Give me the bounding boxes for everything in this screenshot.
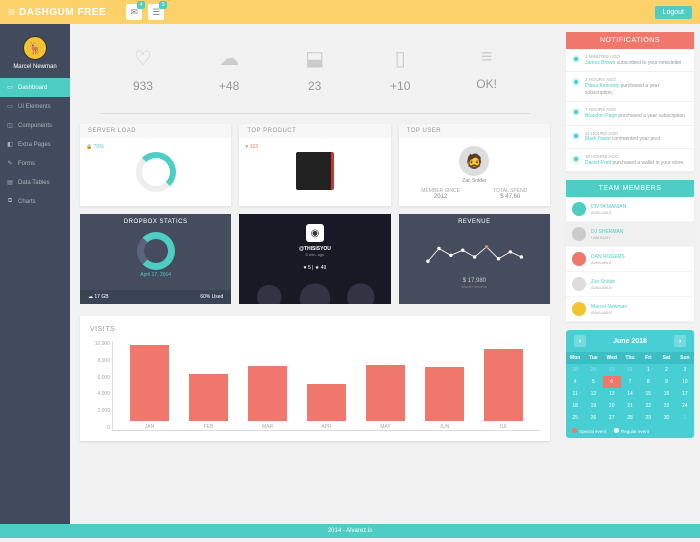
calendar-day[interactable]: 1: [639, 364, 657, 376]
main-content: ♡933 ☁+48 ⬓23 ▯+10 ≡OK! SERVER LOAD 🔒 70% TO…: [70, 24, 560, 524]
team-member[interactable]: DJ SHERMANI AM BUSY: [566, 222, 694, 247]
calendar-day[interactable]: 24: [676, 400, 694, 412]
calendar: ‹ June 2018 › MonTueWedThuFriSatSun28293…: [566, 330, 694, 438]
team-member[interactable]: Zac SniderAVAILABLE: [566, 272, 694, 297]
top-user-card: TOP USER 🧔 Zac Snider MEMBER SINCE2012 T…: [399, 124, 550, 206]
bar: APR: [298, 384, 355, 430]
revenue-card: REVENUE $ 17,980 Month Income: [399, 214, 550, 304]
nav-dashboard[interactable]: ▭Dashboard: [0, 78, 70, 97]
sidebar: 🦌 Marcel Newman ▭Dashboard▭UI Elements◫C…: [0, 24, 70, 524]
stat: ⬓23: [305, 46, 324, 93]
donut-chart: [137, 232, 175, 270]
calendar-day[interactable]: 31: [621, 364, 639, 376]
calendar-day[interactable]: 28: [566, 364, 584, 376]
calendar-day[interactable]: 30: [657, 412, 675, 424]
bar: FEB: [180, 374, 237, 430]
sparkline-chart: [409, 240, 540, 274]
calendar-day[interactable]: 19: [584, 400, 602, 412]
calendar-day[interactable]: 8: [639, 376, 657, 388]
nav-data-tables[interactable]: ▤Data Tables: [0, 173, 70, 192]
dropbox-card: DROPBOX STATICS April 17, 2014 ☁ 17 GB60…: [80, 214, 231, 304]
calendar-day[interactable]: 23: [657, 400, 675, 412]
calendar-day[interactable]: 18: [566, 400, 584, 412]
instagram-icon: ◉: [306, 224, 324, 242]
calendar-day[interactable]: 15: [639, 388, 657, 400]
avatar[interactable]: 🦌: [23, 36, 47, 60]
notification-item[interactable]: 18 HOURS AGODaniel Pratt purchased a wal…: [566, 149, 694, 172]
team-member[interactable]: Marcel NewmanAVAILABLE: [566, 297, 694, 322]
team-member[interactable]: DIVYA MANIANAVAILABLE: [566, 197, 694, 222]
footer: 2014 - Alvarez.is: [0, 524, 700, 538]
calendar-day[interactable]: 25: [566, 412, 584, 424]
stats-row: ♡933 ☁+48 ⬓23 ▯+10 ≡OK!: [80, 36, 550, 107]
notification-item[interactable]: 7 HOURS AGOBrandon Page purchased a year…: [566, 102, 694, 125]
stat: ☁+48: [219, 46, 239, 93]
stat: ♡933: [133, 46, 153, 93]
mail-icon[interactable]: ✉4: [126, 4, 142, 20]
calendar-day[interactable]: 29: [584, 364, 602, 376]
calendar-day[interactable]: 22: [639, 400, 657, 412]
calendar-day[interactable]: 30: [603, 364, 621, 376]
top-product-card: TOP PRODUCT ♥ 123: [239, 124, 390, 206]
product-image: [296, 152, 334, 190]
bar: JAN: [121, 345, 178, 431]
menu-toggle[interactable]: ≡: [8, 5, 15, 19]
calendar-day[interactable]: 1: [676, 412, 694, 424]
bar: MAY: [357, 365, 414, 430]
nav-charts[interactable]: ⧉Charts: [0, 192, 70, 211]
logout-button[interactable]: Logout: [655, 6, 692, 19]
calendar-day[interactable]: 29: [639, 412, 657, 424]
username: Marcel Newman: [0, 64, 70, 70]
calendar-day[interactable]: 27: [603, 412, 621, 424]
calendar-day[interactable]: 4: [566, 376, 584, 388]
calendar-day[interactable]: 26: [584, 412, 602, 424]
notifications-header: NOTIFICATIONS: [566, 32, 694, 49]
tasks-icon[interactable]: ☰3: [148, 4, 164, 20]
right-column: NOTIFICATIONS 2 MINUTES AGOJames Brown s…: [560, 24, 700, 524]
user-avatar: 🧔: [459, 146, 489, 176]
calendar-day[interactable]: 2: [657, 364, 675, 376]
calendar-day[interactable]: 13: [603, 388, 621, 400]
calendar-day[interactable]: 6: [603, 376, 621, 388]
calendar-day[interactable]: 14: [621, 388, 639, 400]
team-member[interactable]: DAN ROGERSAVAILABLE: [566, 247, 694, 272]
calendar-day[interactable]: 7: [621, 376, 639, 388]
notification-item[interactable]: 11 HOURS AGOMark Twain commented your po…: [566, 126, 694, 149]
instagram-card: ◉ @THISISYOU 5 min. ago ♥ 5 | ★ 49: [239, 214, 390, 304]
bar: MAR: [239, 366, 296, 430]
calendar-day[interactable]: 10: [676, 376, 694, 388]
topbar: ≡ DASHGUM FREE ✉4 ☰3 Logout: [0, 0, 700, 24]
nav-extra-pages[interactable]: ◧Extra Pages: [0, 135, 70, 154]
stat: ≡OK!: [476, 46, 497, 93]
calendar-day[interactable]: 3: [676, 364, 694, 376]
brand: DASHGUM FREE: [19, 7, 106, 18]
calendar-day[interactable]: 9: [657, 376, 675, 388]
lock-icon: 🔒 70%: [86, 144, 104, 150]
donut-chart: [136, 152, 176, 192]
calendar-day[interactable]: 11: [566, 388, 584, 400]
calendar-day[interactable]: 5: [584, 376, 602, 388]
bar: JUL: [475, 349, 532, 430]
cal-prev[interactable]: ‹: [574, 335, 586, 347]
team-header: TEAM MEMBERS: [566, 180, 694, 197]
nav-components[interactable]: ◫Components: [0, 116, 70, 135]
nav-ui-elements[interactable]: ▭UI Elements: [0, 97, 70, 116]
server-load-card: SERVER LOAD 🔒 70%: [80, 124, 231, 206]
calendar-day[interactable]: 28: [621, 412, 639, 424]
calendar-day[interactable]: 12: [584, 388, 602, 400]
nav-forms[interactable]: ✎Forms: [0, 154, 70, 173]
notification-item[interactable]: 2 MINUTES AGOJames Brown subscribed to y…: [566, 49, 694, 72]
calendar-day[interactable]: 17: [676, 388, 694, 400]
cal-next[interactable]: ›: [674, 335, 686, 347]
calendar-day[interactable]: 16: [657, 388, 675, 400]
visits-chart: VISITS 10,0008,0006,0004,0002,0000 JANFE…: [80, 316, 550, 441]
stat: ▯+10: [390, 46, 410, 93]
bar: JUN: [416, 367, 473, 430]
calendar-day[interactable]: 20: [603, 400, 621, 412]
notification-item[interactable]: 3 HOURS AGODiana Kennedy purchased a yea…: [566, 72, 694, 102]
heart-icon: ♥ 123: [245, 144, 258, 150]
calendar-day[interactable]: 21: [621, 400, 639, 412]
